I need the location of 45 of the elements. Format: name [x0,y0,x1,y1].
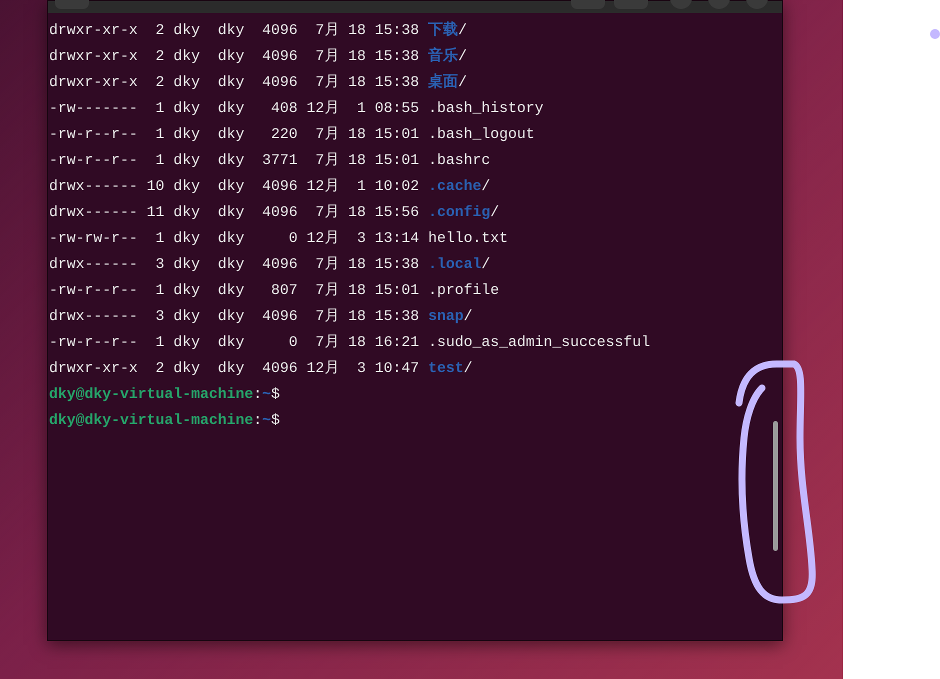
prompt-separator: : [253,412,262,431]
file-name: .profile [428,282,500,301]
file-details: -rw------- 1 dky dky 408 12月 1 08:55 [49,100,420,119]
slash-suffix: / [458,22,467,41]
slash-suffix: / [458,74,467,93]
file-details: drwxr-xr-x 2 dky dky 4096 7月 18 15:38 [49,74,420,93]
directory-name: .local [428,256,482,275]
slash-suffix: / [490,204,500,223]
slash-suffix: / [464,360,472,379]
prompt-path: ~ [262,386,272,405]
file-details: -rw-r--r-- 1 dky dky 220 7月 18 15:01 [49,126,420,145]
prompt-symbol: $ [271,412,280,431]
file-details: drwx------ 10 dky dky 4096 12月 1 10:02 [49,178,420,197]
file-name: .bash_logout [428,126,535,145]
file-details: drwx------ 3 dky dky 4096 7月 18 15:38 [49,256,420,275]
slash-suffix: / [464,308,472,327]
file-details: drwxr-xr-x 2 dky dky 4096 7月 18 15:38 [49,48,420,67]
file-details: drwxr-xr-x 2 dky dky 4096 12月 3 10:47 [49,360,420,379]
directory-name: 音乐 [428,46,458,67]
scrollbar-thumb[interactable] [772,421,778,551]
slash-suffix: / [458,48,467,67]
prompt-path: ~ [262,412,272,431]
file-details: drwxr-xr-x 2 dky dky 4096 7月 18 15:38 [49,22,420,41]
file-name: .bash_history [428,100,544,119]
slash-suffix: / [481,256,490,275]
directory-name: 下载 [428,20,458,41]
file-details: drwx------ 3 dky dky 4096 7月 18 15:38 [49,308,420,327]
file-details: -rw-r--r-- 1 dky dky 0 7月 18 16:21 [49,334,420,353]
directory-name: .config [428,204,490,223]
directory-name: test [428,360,464,379]
directory-name: .cache [428,178,482,197]
user-host: dky@dky-virtual-machine [49,412,254,431]
file-details: -rw-r--r-- 1 dky dky 3771 7月 18 15:01 [49,152,420,171]
directory-name: snap [428,308,464,327]
file-name: .sudo_as_admin_successful [428,334,650,353]
slash-suffix: / [481,178,490,197]
prompt-symbol: $ [271,386,280,405]
file-details: -rw-r--r-- 1 dky dky 807 7月 18 15:01 [49,282,420,301]
file-details: -rw-rw-r-- 1 dky dky 0 12月 3 13:14 [49,230,420,249]
user-host: dky@dky-virtual-machine [49,386,254,405]
file-name: .bashrc [428,152,490,171]
file-details: drwx------ 11 dky dky 4096 7月 18 15:56 [49,204,420,223]
file-name: hello.txt [428,230,508,249]
prompt-separator: : [253,386,262,405]
directory-name: 桌面 [428,72,458,93]
